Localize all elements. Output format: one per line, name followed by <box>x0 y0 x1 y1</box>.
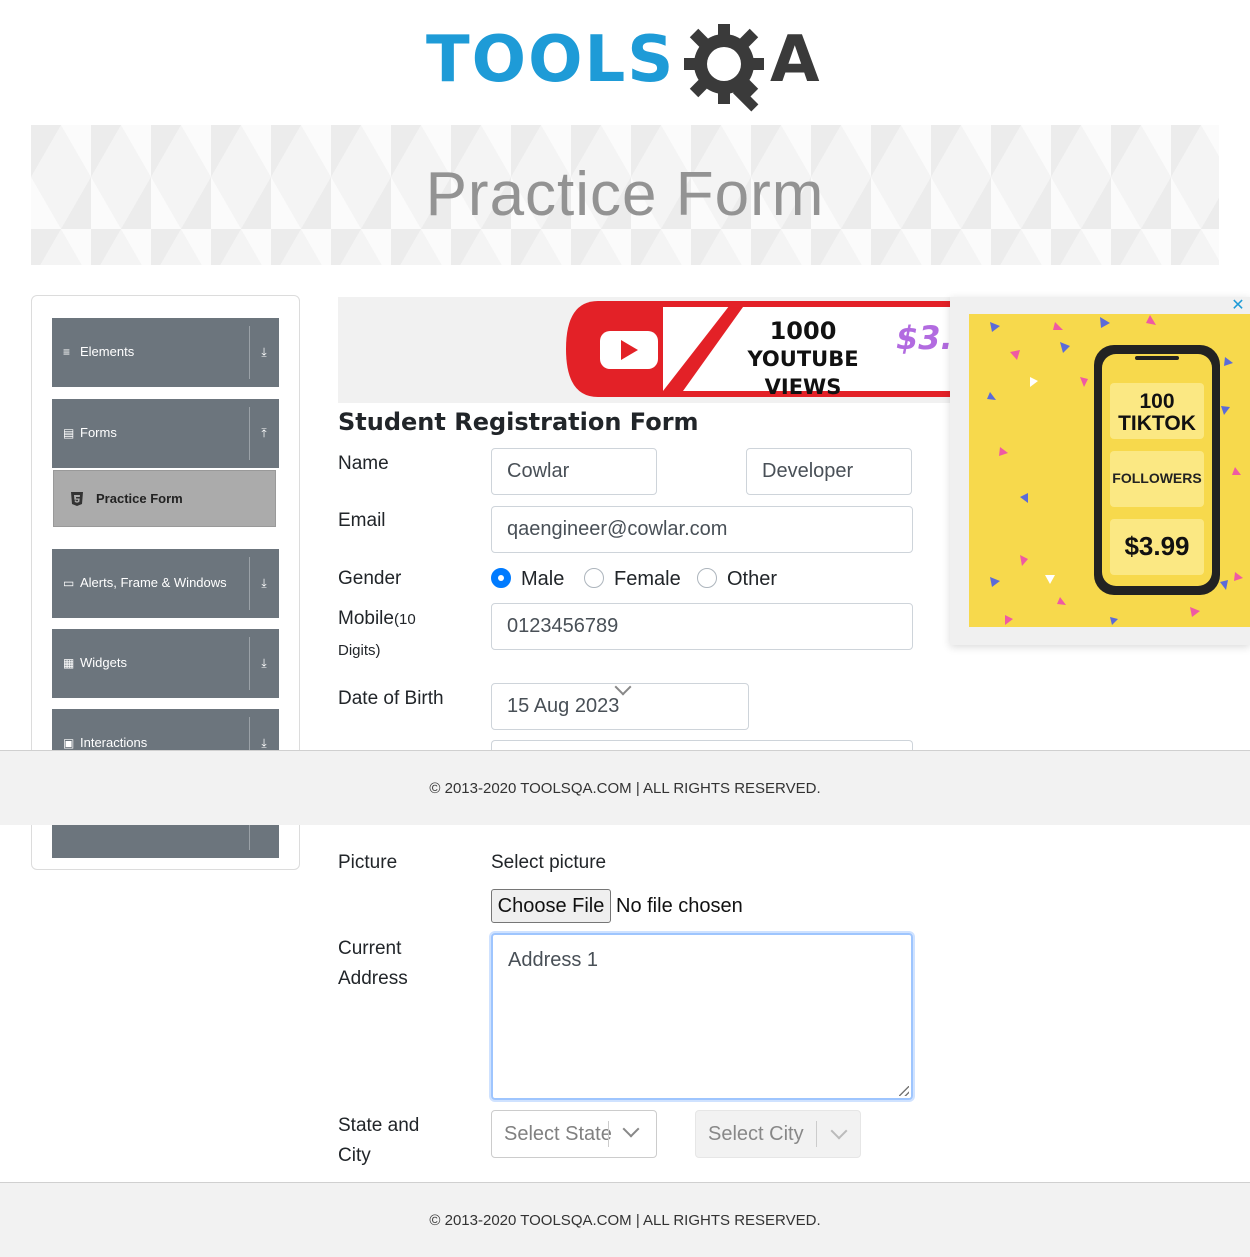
tiktok-followers-ad[interactable]: 100 TIKTOK FOLLOWERS $3.99 <box>950 297 1250 645</box>
sidebar-group-alerts[interactable]: ▭ Alerts, Frame & Windows ⤓ <box>52 549 279 618</box>
html5-icon <box>71 492 83 509</box>
page-footer: © 2013-2020 TOOLSQA.COM | ALL RIGHTS RES… <box>0 1182 1250 1257</box>
state-city-label-line2: City <box>338 1145 371 1166</box>
ad-followers-text: FOLLOWERS <box>1112 470 1202 486</box>
state-select[interactable]: Select State <box>491 1110 657 1158</box>
sidebar-group-label: Interactions <box>80 735 148 750</box>
gender-label: Gender <box>338 568 402 589</box>
sidebar-group-label: Elements <box>80 344 135 359</box>
expand-arrow-icon[interactable]: ⤓ <box>257 344 271 360</box>
page-banner: Practice Form <box>31 125 1219 265</box>
city-placeholder: Select City <box>708 1123 804 1145</box>
name-label: Name <box>338 453 389 474</box>
hamburger-icon: ≡ <box>63 345 71 359</box>
box-icon: ▣ <box>63 736 75 750</box>
chevron-down-icon <box>622 1120 640 1138</box>
logo-text-a: A <box>770 23 820 97</box>
resize-handle-icon[interactable] <box>899 1086 909 1096</box>
address-placeholder: Address 1 <box>508 949 599 971</box>
sidebar-group-elements[interactable]: ≡ Elements ⤓ <box>52 318 279 387</box>
page-title: Practice Form <box>425 160 825 229</box>
choose-file-button[interactable]: Choose File <box>491 889 611 923</box>
mobile-hint: (10 <box>393 611 416 628</box>
picture-label: Picture <box>338 852 398 873</box>
ad-line: YOUTUBE VIEWS <box>747 347 859 399</box>
sidebar-item-practice-form[interactable]: Practice Form <box>53 470 276 527</box>
expand-arrow-icon[interactable]: ⤓ <box>257 575 271 591</box>
dob-value: 15 Aug 2023 <box>507 695 620 717</box>
form-title: Student Registration Form <box>338 408 699 436</box>
toolsqa-logo[interactable]: TOOLS A <box>424 18 834 114</box>
current-address-label-line1: Current <box>338 938 402 959</box>
mobile-label-text: Mobile <box>338 608 394 629</box>
state-placeholder: Select State <box>504 1123 612 1145</box>
first-name-input[interactable]: Cowlar <box>491 448 657 495</box>
current-address-textarea[interactable]: Address 1 <box>491 933 913 1100</box>
file-status: No file chosen <box>616 895 743 917</box>
email-label: Email <box>338 510 386 531</box>
state-city-label-line1: State and <box>338 1115 420 1136</box>
document-icon: ▤ <box>63 426 75 440</box>
radio-label: Female <box>614 568 681 590</box>
footer-text: © 2013-2020 TOOLSQA.COM | ALL RIGHTS RES… <box>429 1212 821 1229</box>
youtube-ad-text: 1000 YOUTUBE VIEWS <box>718 317 888 401</box>
window-icon: ▭ <box>63 576 75 590</box>
collapse-arrow-icon[interactable]: ⤒ <box>257 425 271 441</box>
ad-price: $3.9 <box>896 319 950 357</box>
divider <box>249 326 250 379</box>
city-select[interactable]: Select City <box>695 1110 861 1158</box>
divider <box>249 637 250 690</box>
ad-line: TIKTOK <box>1118 412 1196 435</box>
expand-arrow-icon[interactable]: ⤓ <box>257 655 271 671</box>
ad-line: 1000 <box>769 317 837 345</box>
divider <box>249 557 250 610</box>
email-input[interactable]: qaengineer@cowlar.com <box>491 506 913 553</box>
sticky-footer: © 2013-2020 TOOLSQA.COM | ALL RIGHTS RES… <box>0 750 1250 825</box>
mobile-hint-line2: Digits) <box>338 642 381 659</box>
radio-selected-icon[interactable] <box>491 568 511 588</box>
picture-prompt: Select picture <box>491 852 607 873</box>
sidebar-group-forms[interactable]: ▤ Forms ⤒ <box>52 399 279 468</box>
current-address-label-line2: Address <box>338 968 408 989</box>
divider <box>816 1121 817 1147</box>
radio-label: Male <box>521 568 565 590</box>
ad-price: $3.99 <box>1124 531 1190 561</box>
footer-text: © 2013-2020 TOOLSQA.COM | ALL RIGHTS RES… <box>429 780 821 797</box>
mobile-input[interactable]: 0123456789 <box>491 603 913 650</box>
last-name-input[interactable]: Developer <box>746 448 912 495</box>
ad-tiktok-text: 100 TIKTOK <box>1100 391 1214 435</box>
sidebar-item-label: Practice Form <box>96 491 183 506</box>
dob-label: Date of Birth <box>338 688 444 709</box>
ad-line: 100 <box>1139 390 1175 413</box>
sidebar-group-label: Widgets <box>80 655 127 670</box>
expand-arrow-icon[interactable]: ⤓ <box>257 735 271 751</box>
mobile-label: Mobile(10 <box>338 604 416 635</box>
chevron-down-icon <box>830 1122 848 1140</box>
logo-text-tools: TOOLS <box>426 23 676 97</box>
sidebar-group-label: Alerts, Frame & Windows <box>80 575 227 590</box>
grid-icon: ▦ <box>63 656 75 670</box>
youtube-views-ad[interactable]: 1000 YOUTUBE VIEWS $3.9 <box>338 297 950 403</box>
sidebar-group-label: Forms <box>80 425 117 440</box>
gear-magnifier-icon <box>684 24 764 112</box>
radio-icon[interactable] <box>697 568 717 588</box>
radio-icon[interactable] <box>584 568 604 588</box>
divider <box>249 407 250 460</box>
radio-label: Other <box>727 568 778 590</box>
close-icon[interactable]: ✕ <box>1230 298 1246 314</box>
divider <box>608 1121 609 1147</box>
sidebar-group-widgets[interactable]: ▦ Widgets ⤓ <box>52 629 279 698</box>
